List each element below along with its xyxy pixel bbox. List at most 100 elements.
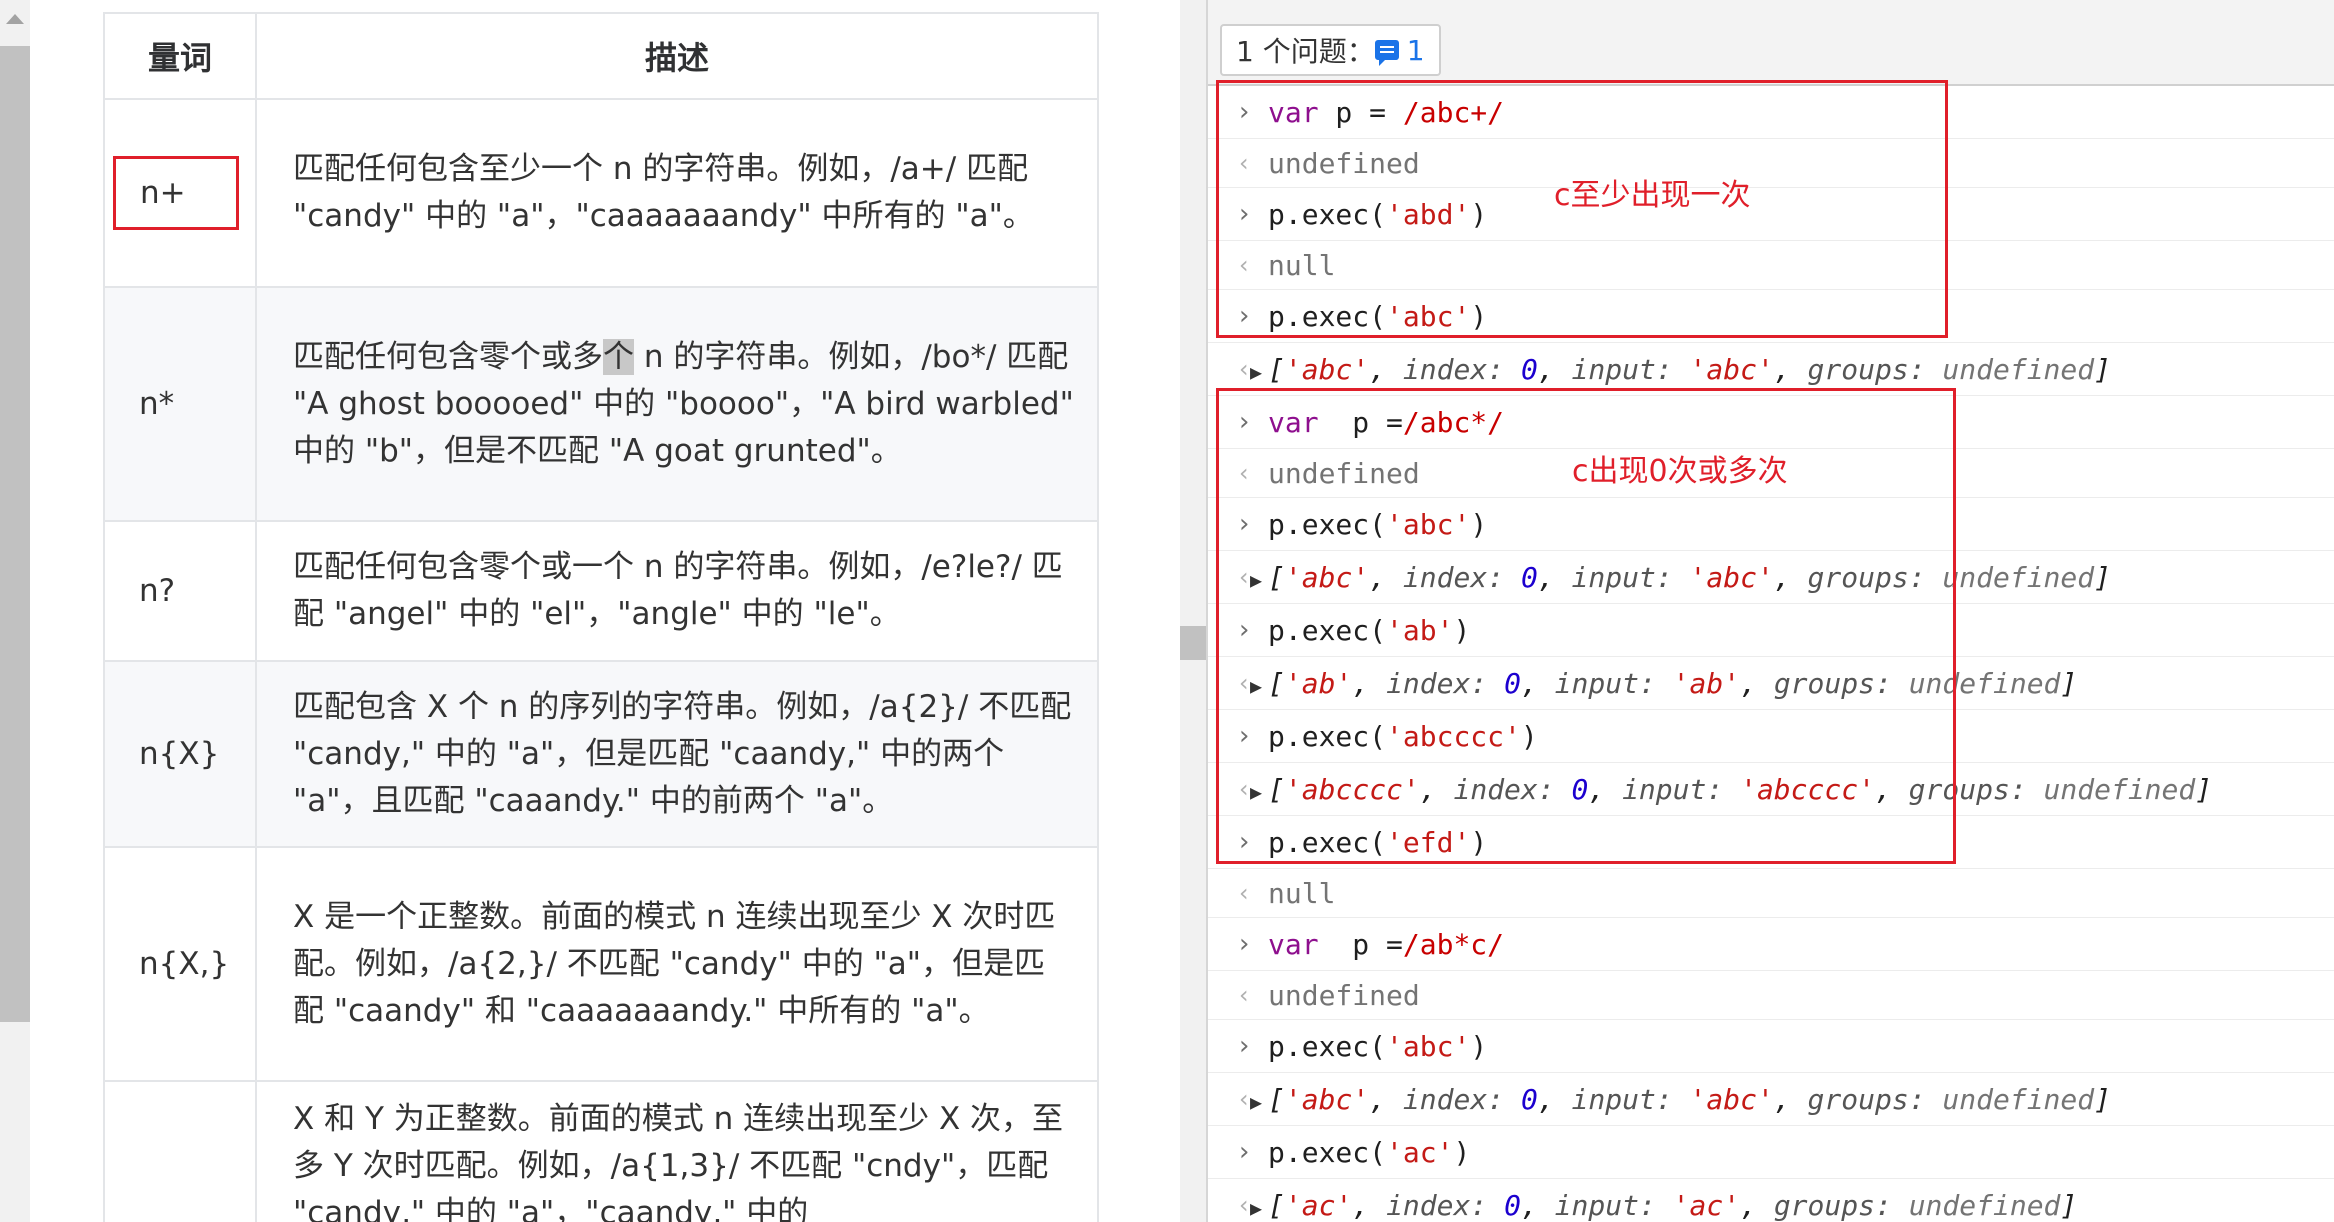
input-code: p.exec('abc') <box>1268 1030 1487 1063</box>
bracket: ] <box>2060 666 2078 700</box>
console-input-line[interactable]: › p.exec('ab') <box>1208 604 2334 657</box>
expand-triangle-icon[interactable]: ▶ <box>1250 780 1262 804</box>
code-text: p = <box>1318 95 1403 129</box>
table-row: n? 匹配任何包含零个或一个 n 的字符串。例如，/e?le?/ 匹配 "ang… <box>103 520 1099 662</box>
issue-message-icon <box>1374 40 1399 66</box>
match-result: ▶ ['abc', index: 0, input: 'abc', groups:… <box>1250 353 2111 386</box>
console-input-line[interactable]: › p.exec('ac') <box>1208 1126 2334 1179</box>
console-output-line[interactable]: ‹ ▶ ['abcccc', index: 0, input: 'abcccc', … <box>1208 763 2334 816</box>
console-output-line[interactable]: ‹ null <box>1208 241 2334 290</box>
match-result: ▶ ['abc', index: 0, input: 'abc', groups:… <box>1250 561 2111 594</box>
input-code: p.exec('abd') <box>1268 198 1487 231</box>
console-input-line[interactable]: › var p =/ab*c/ <box>1208 918 2334 971</box>
expand-triangle-icon[interactable]: ▶ <box>1250 568 1262 592</box>
separator: , <box>1520 666 1555 700</box>
console-input-line[interactable]: › p.exec('efd') <box>1208 816 2334 869</box>
match-result: ▶ ['abc', index: 0, input: 'abc', groups:… <box>1250 1083 2111 1116</box>
match-string: 'abc' <box>1284 560 1370 594</box>
index-value: 0 <box>1520 560 1538 594</box>
pane-splitter[interactable] <box>1180 0 1206 1222</box>
code-text: p.exec( <box>1268 507 1387 541</box>
table-header-row: 量词 描述 <box>103 12 1099 100</box>
left-scrollbar[interactable] <box>0 0 30 1222</box>
code-text: ) <box>1453 1135 1471 1169</box>
input-prompt-icon: › <box>1236 407 1252 437</box>
property-key: input: <box>1622 772 1741 806</box>
separator: , <box>1369 1082 1403 1116</box>
quantifier-cell <box>103 1080 257 1222</box>
return-value: null <box>1268 248 1336 282</box>
console-output-line[interactable]: ‹ undefined <box>1208 139 2334 188</box>
splitter-grip[interactable] <box>1180 626 1206 660</box>
console-output-line[interactable]: ‹ ▶ ['abc', index: 0, input: 'abc', groups… <box>1208 343 2334 396</box>
property-key: input: <box>1571 352 1690 386</box>
input-prompt-icon: › <box>1236 827 1252 857</box>
return-value: null <box>1268 876 1336 910</box>
description-cell: X 和 Y 为正整数。前面的模式 n 连续出现至少 X 次，至多 Y 次时匹配。… <box>255 1080 1099 1222</box>
input-value: 'ac' <box>1672 1188 1741 1222</box>
input-prompt-icon: › <box>1236 509 1252 539</box>
property-key: index: <box>1402 1082 1521 1116</box>
input-prompt-icon: › <box>1236 97 1252 127</box>
selected-text: 个 <box>603 338 634 375</box>
match-string: 'abc' <box>1284 1082 1370 1116</box>
expand-triangle-icon[interactable]: ▶ <box>1250 360 1262 384</box>
scrollbar-thumb[interactable] <box>0 46 30 1022</box>
input-prompt-icon: › <box>1236 929 1252 959</box>
description-cell: 匹配任何包含零个或多个 n 的字符串。例如，/bo*/ 匹配 "A ghost … <box>255 286 1099 522</box>
console-output-line[interactable]: ‹ null <box>1208 869 2334 918</box>
console-output-line[interactable]: ‹ ▶ ['abc', index: 0, input: 'abc', groups… <box>1208 1073 2334 1126</box>
quantifier-label: n+ <box>140 175 186 211</box>
property-key: index: <box>1453 772 1572 806</box>
table-row: X 和 Y 为正整数。前面的模式 n 连续出现至少 X 次，至多 Y 次时匹配。… <box>103 1080 1099 1222</box>
console-output-line[interactable]: ‹ ▶ ['ac', index: 0, input: 'ac', groups: … <box>1208 1179 2334 1222</box>
console-output[interactable]: › var p = /abc+/‹ undefined › p.exec('abd') ‹… <box>1208 86 2334 1222</box>
console-input-line[interactable]: › p.exec('abc') <box>1208 1020 2334 1073</box>
code-text: p.exec( <box>1268 197 1387 231</box>
bracket: [ <box>1268 666 1285 700</box>
expand-triangle-icon[interactable]: ▶ <box>1250 674 1262 698</box>
bracket: ] <box>2094 1082 2111 1116</box>
return-value: undefined <box>1268 456 1420 490</box>
console-input-line[interactable]: › p.exec('abc') <box>1208 290 2334 343</box>
console-input-line[interactable]: › var p = /abc+/ <box>1208 86 2334 139</box>
description-cell: 匹配任何包含零个或一个 n 的字符串。例如，/e?le?/ 匹配 "angel"… <box>255 520 1099 662</box>
bracket: [ <box>1268 352 1285 386</box>
console-input-line[interactable]: › p.exec('abcccc') <box>1208 710 2334 763</box>
property-key: input: <box>1571 560 1690 594</box>
match-result: ▶ ['ac', index: 0, input: 'ac', groups: u… <box>1250 1189 2077 1222</box>
property-key: groups: <box>1807 1082 1943 1116</box>
annotation-text: c至少出现一次 <box>1554 178 1751 213</box>
separator: , <box>1352 666 1387 700</box>
code-text: p.exec( <box>1268 1135 1387 1169</box>
code-text: ) <box>1470 1029 1488 1063</box>
console-input-line[interactable]: › var p =/abc*/ <box>1208 396 2334 449</box>
string-literal: 'abc' <box>1386 1029 1471 1063</box>
property-key: groups: <box>1807 560 1943 594</box>
table-row: n* 匹配任何包含零个或多个 n 的字符串。例如，/bo*/ 匹配 "A gho… <box>103 286 1099 522</box>
input-code: p.exec('ac') <box>1268 1136 1470 1169</box>
property-key: index: <box>1402 560 1521 594</box>
code-text: p = <box>1318 927 1403 961</box>
input-value: 'abc' <box>1689 560 1774 594</box>
console-output-line[interactable]: ‹ undefined <box>1208 971 2334 1020</box>
input-prompt-icon: › <box>1236 721 1252 751</box>
separator: , <box>1369 560 1403 594</box>
console-input-line[interactable]: › p.exec('abc') <box>1208 498 2334 551</box>
scroll-up-arrow-icon[interactable] <box>6 14 24 24</box>
issues-button[interactable]: 1 个问题： 1 <box>1220 24 1441 76</box>
expand-triangle-icon[interactable]: ▶ <box>1250 1090 1262 1114</box>
table-row: n{X,} X 是一个正整数。前面的模式 n 连续出现至少 X 次时匹配。例如，… <box>103 846 1099 1082</box>
console-output-line[interactable]: ‹ ▶ ['ab', index: 0, input: 'ab', groups: … <box>1208 657 2334 710</box>
console-input-line[interactable]: › p.exec('abd') <box>1208 188 2334 241</box>
property-key: groups: <box>1908 772 2044 806</box>
input-value: 'abc' <box>1689 352 1774 386</box>
property-key: index: <box>1386 666 1505 700</box>
expand-triangle-icon[interactable]: ▶ <box>1250 1196 1262 1220</box>
code-text: ) <box>1470 197 1488 231</box>
quantifier-cell: n+ <box>103 98 257 288</box>
console-output-line[interactable]: ‹ ▶ ['abc', index: 0, input: 'abc', groups… <box>1208 551 2334 604</box>
highlight-box: n+ <box>113 156 239 230</box>
output-return-icon: ‹ <box>1236 981 1252 1009</box>
regex-literal: /abc*/ <box>1402 405 1505 439</box>
